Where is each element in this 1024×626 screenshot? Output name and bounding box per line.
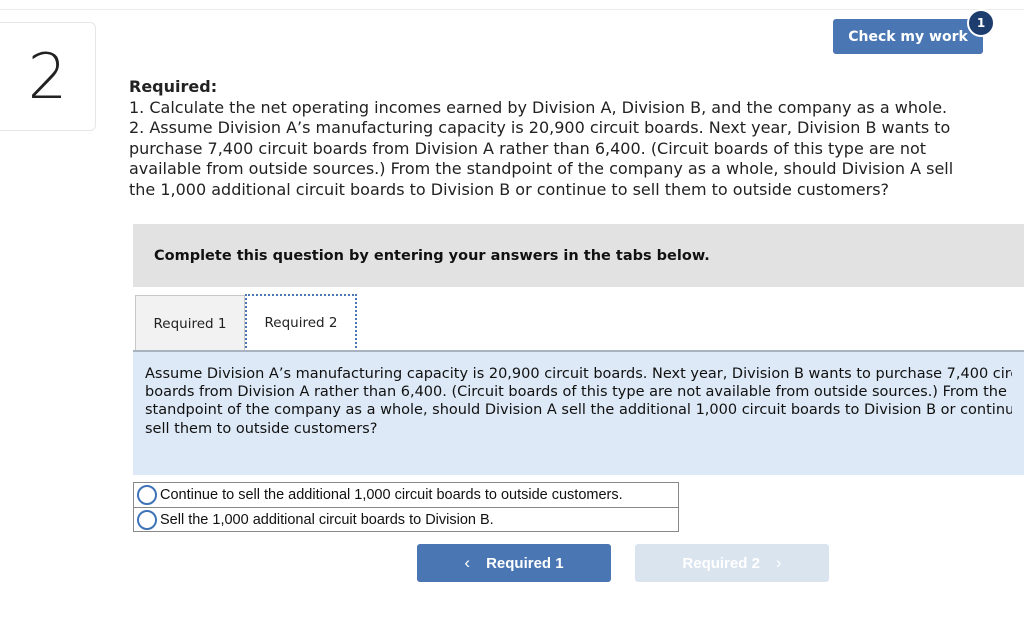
required-section: Required: 1. Calculate the net operating… (129, 77, 999, 201)
check-my-work-button[interactable]: Check my work (833, 19, 983, 54)
check-count-badge: 1 (967, 9, 995, 37)
required-title: Required: (129, 77, 218, 96)
next-label: Required 2 (682, 554, 760, 572)
radio-button[interactable] (137, 509, 157, 530)
option-sell-to-division-b[interactable]: Sell the 1,000 additional circuit boards… (134, 507, 678, 531)
panel-line: Assume Division A’s manufacturing capaci… (145, 366, 1012, 382)
panel-line: boards from Division A rather than 6,400… (145, 384, 1007, 401)
tab-required-1[interactable]: Required 1 (135, 295, 245, 351)
required-line: 1. Calculate the net operating incomes e… (129, 97, 948, 117)
radio-button[interactable] (137, 485, 157, 505)
panel-question-text: Assume Division A’s manufacturing capaci… (145, 365, 1012, 438)
required-line: purchase 7,400 circuit boards from Divis… (129, 138, 927, 158)
prev-required-1-button[interactable]: ‹ Required 1 (417, 544, 611, 582)
required-line: available from outside sources.) From th… (129, 159, 954, 179)
chevron-left-icon: ‹ (464, 553, 471, 572)
tab-required-2[interactable]: Required 2 (245, 294, 357, 352)
instructions-text: Complete this question by entering your … (154, 247, 710, 264)
prev-label: Required 1 (486, 554, 564, 572)
required-line: the 1,000 additional circuit boards to D… (129, 179, 890, 199)
tab-panel: Assume Division A’s manufacturing capaci… (133, 350, 1024, 475)
option-label: Sell the 1,000 additional circuit boards… (160, 511, 494, 528)
chevron-right-icon: › (775, 553, 782, 572)
next-required-2-button[interactable]: Required 2 › (635, 544, 829, 582)
option-continue-outside[interactable]: Continue to sell the additional 1,000 ci… (134, 483, 678, 507)
answer-options: Continue to sell the additional 1,000 ci… (133, 482, 679, 532)
required-line: 2. Assume Division A’s manufacturing cap… (129, 118, 951, 138)
panel-line: standpoint of the company as a whole, sh… (145, 402, 1012, 419)
top-divider (0, 9, 1024, 10)
instructions-banner: Complete this question by entering your … (133, 224, 1024, 287)
panel-line: sell them to outside customers? (145, 420, 378, 437)
question-number-box: 2 (0, 22, 96, 131)
option-label: Continue to sell the additional 1,000 ci… (160, 487, 623, 503)
question-number: 2 (27, 39, 68, 113)
